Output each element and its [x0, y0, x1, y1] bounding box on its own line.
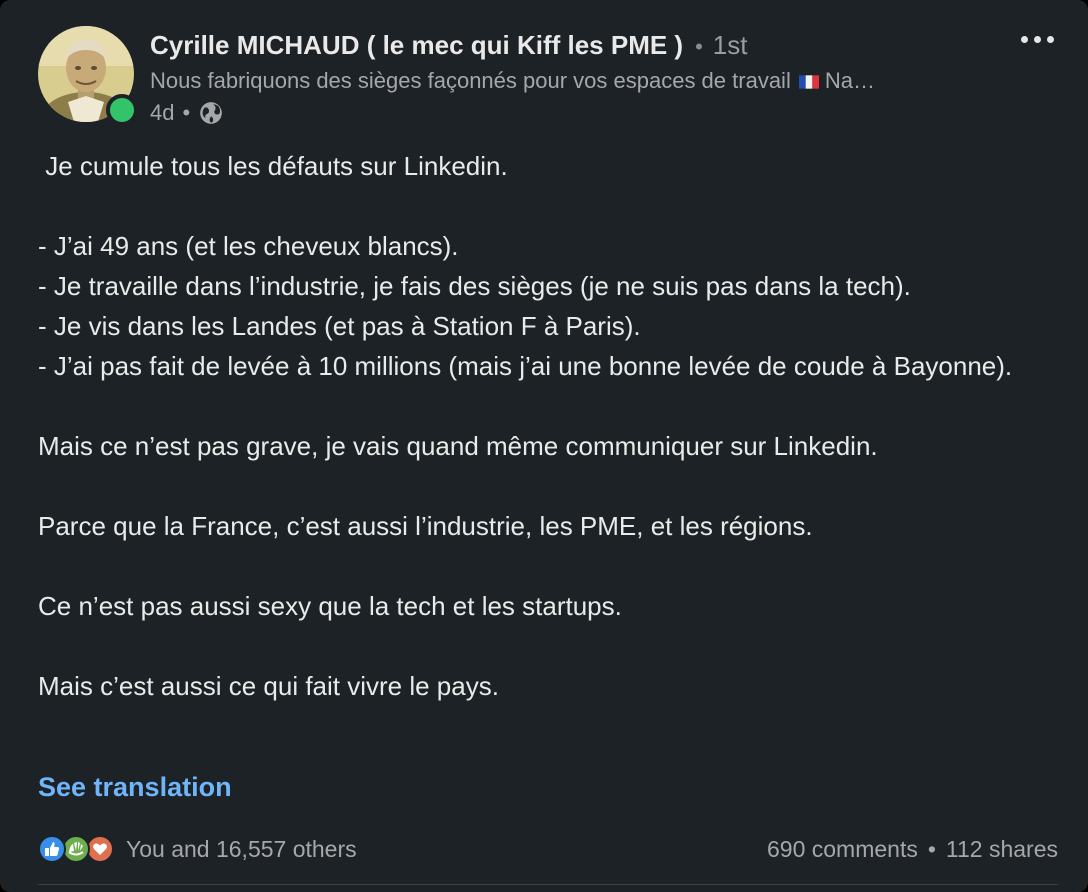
reaction-icons: [38, 834, 118, 864]
support-reaction-icon: [62, 835, 90, 863]
france-flag-icon: [798, 75, 819, 89]
post-line: - Je vis dans les Landes (et pas à Stati…: [38, 311, 641, 341]
globe-icon: [200, 102, 223, 124]
post-line: [38, 626, 1048, 666]
headline-text: Nous fabriquons des sièges façonnés pour…: [150, 68, 791, 93]
post-line: [38, 386, 1048, 426]
shares-count-link[interactable]: 112 shares: [946, 836, 1058, 863]
post-line: Je cumule tous les défauts sur Linkedin.: [38, 151, 508, 181]
connection-degree: 1st: [712, 30, 748, 60]
divider: [38, 884, 1058, 885]
love-reaction-icon: [86, 835, 114, 863]
post-line: [38, 546, 1048, 586]
post-line: Parce que la France, c’est aussi l’indus…: [38, 511, 813, 541]
post-meta: 4d •: [150, 100, 224, 126]
post-timestamp[interactable]: 4d: [150, 100, 174, 126]
more-options-icon[interactable]: [1017, 32, 1058, 47]
post-line: Mais ce n’est pas grave, je vais quand m…: [38, 431, 878, 461]
see-translation-button[interactable]: See translation: [38, 772, 232, 803]
post-line: Ce n’est pas aussi sexy que la tech et l…: [38, 591, 622, 621]
social-counts-bar: You and 16,557 others 690 comments • 112…: [38, 832, 1058, 866]
comments-count-link[interactable]: 690 comments: [767, 836, 918, 863]
name-separator: •: [695, 34, 703, 59]
post-line: [38, 186, 1048, 226]
post-text: Je cumule tous les défauts sur Linkedin.…: [38, 146, 1048, 706]
online-status-indicator: [106, 94, 138, 126]
headline-text-truncated: Na…: [824, 68, 875, 93]
feed-post-card: Cyrille MICHAUD ( le mec qui Kiff les PM…: [0, 0, 1088, 892]
author-avatar[interactable]: [38, 26, 138, 126]
reactions-count-text: You and 16,557 others: [126, 835, 357, 862]
engagement-separator: •: [927, 835, 936, 862]
author-headline[interactable]: Nous fabriquons des sièges façonnés pour…: [150, 68, 980, 94]
post-line: - J’ai 49 ans (et les cheveux blancs).: [38, 231, 459, 261]
meta-separator: •: [182, 100, 191, 125]
post-line: Mais c’est aussi ce qui fait vivre le pa…: [38, 671, 499, 701]
author-name-link[interactable]: Cyrille MICHAUD ( le mec qui Kiff les PM…: [150, 30, 683, 61]
post-line: - J’ai pas fait de levée à 10 millions (…: [38, 351, 1013, 381]
reactions-summary[interactable]: You and 16,557 others: [38, 834, 357, 864]
post-line: - Je travaille dans l’industrie, je fais…: [38, 271, 911, 301]
post-line: [38, 466, 1048, 506]
engagement-counts: 690 comments • 112 shares: [767, 836, 1058, 863]
like-reaction-icon: [38, 835, 66, 863]
